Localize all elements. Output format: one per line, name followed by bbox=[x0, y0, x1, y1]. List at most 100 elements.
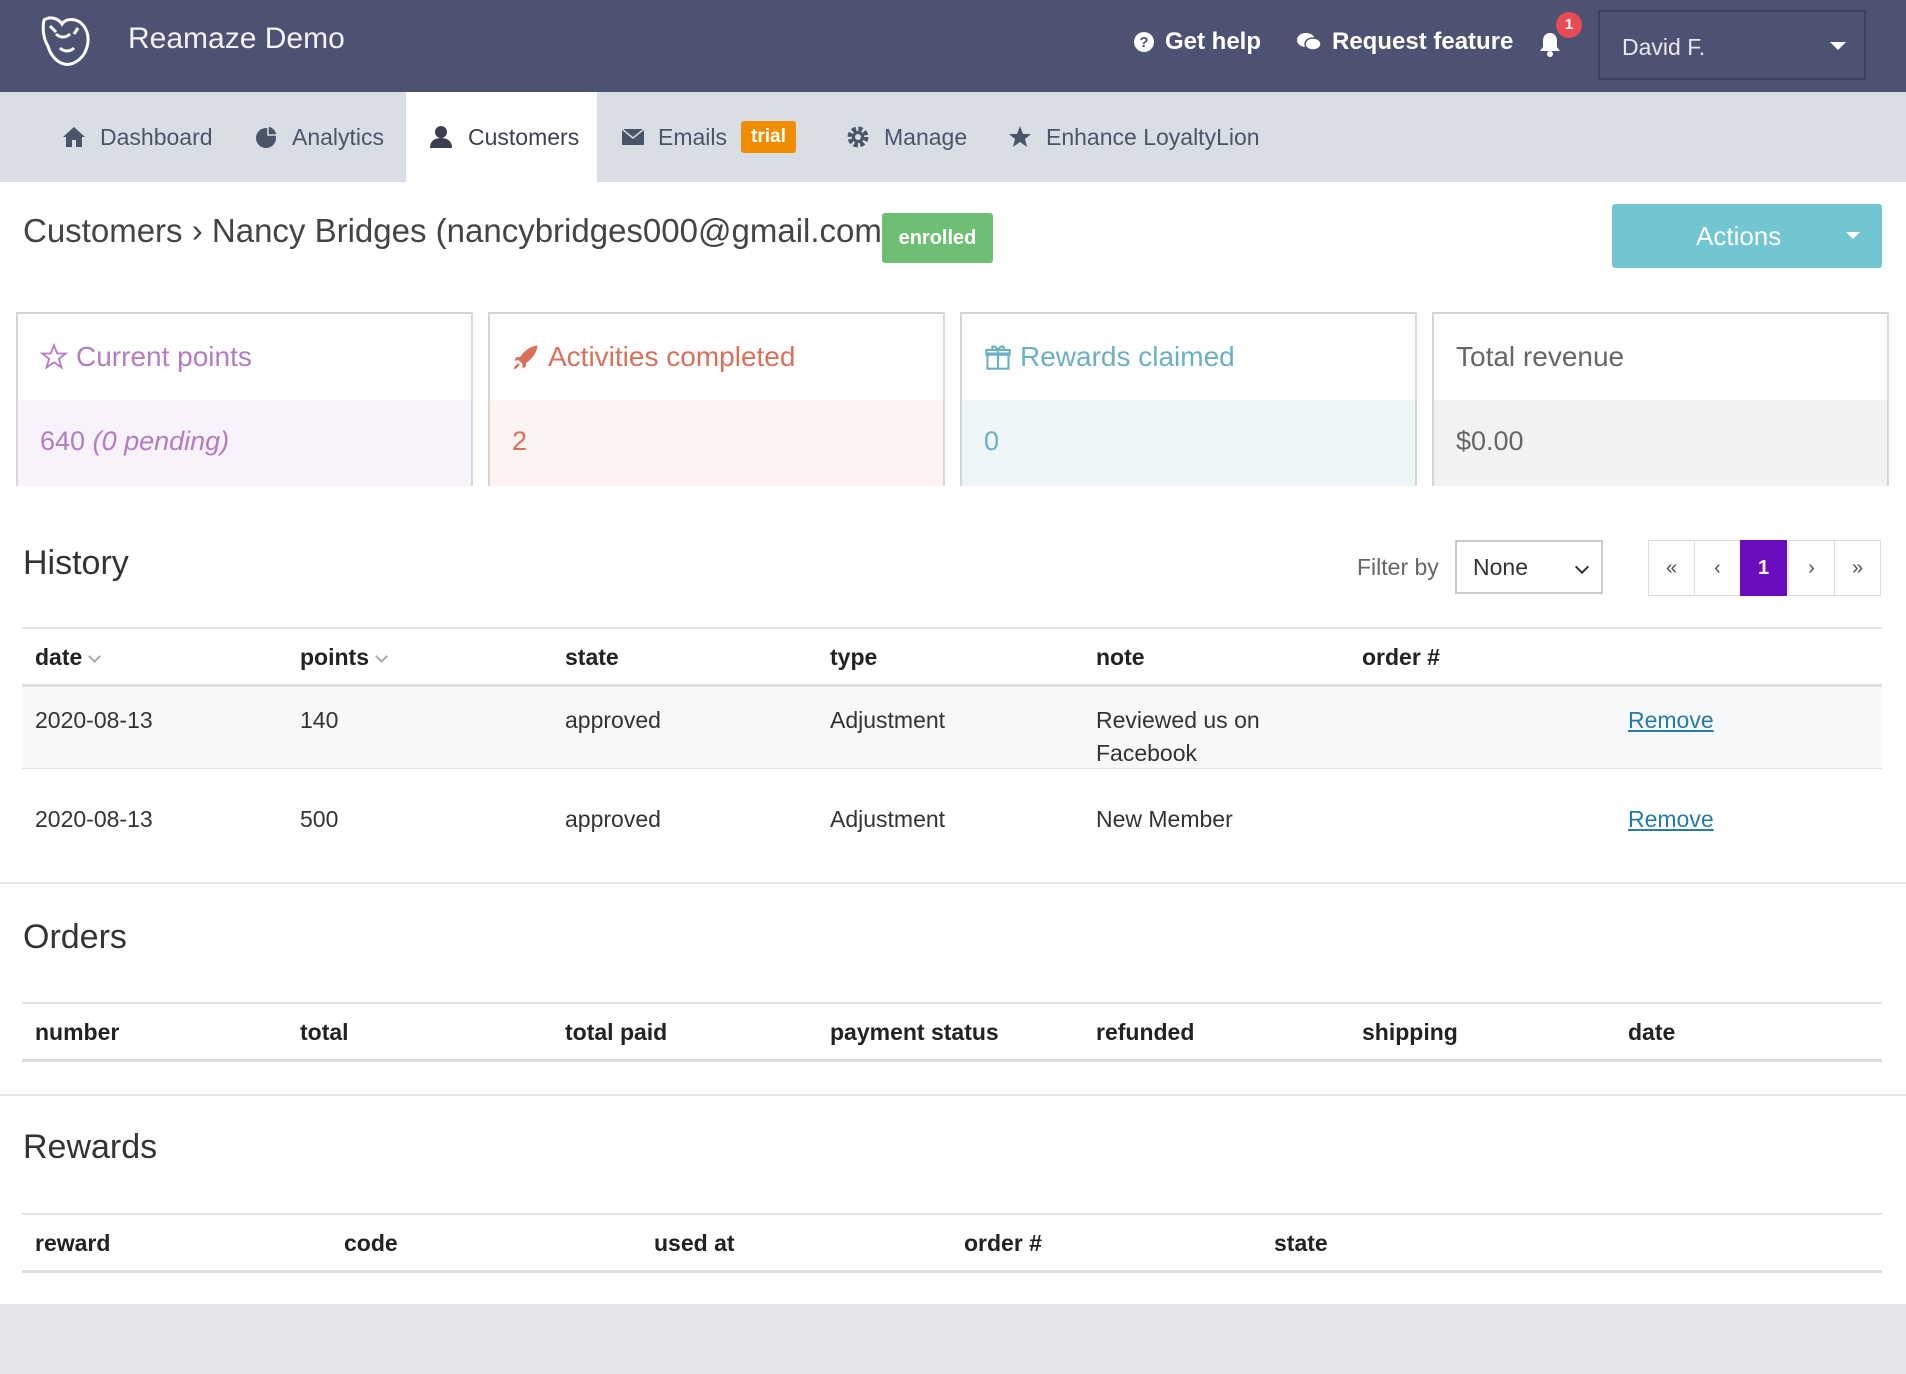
col-number: number bbox=[35, 1019, 119, 1046]
filter-select[interactable]: None bbox=[1455, 540, 1603, 594]
activities-completed-card: Activities completed 2 bbox=[488, 312, 945, 486]
breadcrumb: Customers › Nancy Bridges (nancybridges0… bbox=[23, 212, 893, 250]
nav-label: Manage bbox=[884, 124, 967, 151]
col-state: state bbox=[565, 644, 619, 671]
section-divider bbox=[0, 1094, 1906, 1096]
col-points[interactable]: points bbox=[300, 644, 386, 671]
row-type: Adjustment bbox=[830, 803, 945, 836]
comments-icon bbox=[1296, 31, 1322, 53]
row-state: approved bbox=[565, 803, 661, 836]
next-page-button[interactable]: › bbox=[1788, 540, 1835, 596]
first-page-button[interactable]: « bbox=[1648, 540, 1695, 596]
nav-dashboard[interactable]: Dashboard bbox=[62, 92, 213, 182]
main-nav: Dashboard Analytics Customers Emails tri… bbox=[0, 92, 1906, 182]
card-title: Current points bbox=[76, 341, 252, 373]
star-outline-icon bbox=[40, 343, 68, 371]
col-reward: reward bbox=[35, 1230, 110, 1257]
caret-down-icon bbox=[1830, 42, 1846, 50]
points-value: 640 bbox=[40, 426, 85, 456]
get-help-link[interactable]: ? Get help bbox=[1133, 28, 1261, 56]
rewards-table-header: reward code used at order # state bbox=[22, 1213, 1882, 1273]
nav-label: Emails bbox=[658, 124, 727, 151]
card-header: Current points bbox=[18, 314, 471, 400]
user-icon bbox=[428, 125, 454, 149]
breadcrumb-customers-link[interactable]: Customers bbox=[23, 212, 183, 249]
sort-icon bbox=[88, 650, 101, 663]
col-type: type bbox=[830, 644, 877, 671]
total-revenue-card: Total revenue $0.00 bbox=[1432, 312, 1889, 486]
filter-label: Filter by bbox=[1357, 554, 1439, 581]
col-code: code bbox=[344, 1230, 398, 1257]
nav-label: Enhance LoyaltyLion bbox=[1046, 124, 1260, 151]
card-value: $0.00 bbox=[1434, 400, 1887, 486]
top-bar: Reamaze Demo ? Get help Request feature … bbox=[0, 0, 1906, 92]
actions-button[interactable]: Actions bbox=[1612, 204, 1882, 268]
status-badge: enrolled bbox=[882, 213, 993, 263]
card-title: Total revenue bbox=[1456, 341, 1624, 373]
remove-link[interactable]: Remove bbox=[1628, 803, 1714, 836]
notification-badge: 1 bbox=[1556, 12, 1582, 38]
card-title: Rewards claimed bbox=[1020, 341, 1235, 373]
customer-name: Nancy Bridges (nancybridges000@gmail.com… bbox=[212, 212, 893, 249]
lion-logo-icon[interactable] bbox=[36, 10, 100, 74]
card-value: 640 (0 pending) bbox=[18, 400, 471, 486]
nav-manage[interactable]: Manage bbox=[846, 92, 967, 182]
pending-note: (0 pending) bbox=[93, 426, 230, 456]
sort-icon bbox=[375, 650, 388, 663]
gear-icon bbox=[846, 125, 870, 149]
page-1-button[interactable]: 1 bbox=[1740, 540, 1787, 596]
row-note: Reviewed us on Facebook bbox=[1096, 704, 1260, 770]
card-value: 0 bbox=[962, 400, 1415, 486]
row-points: 500 bbox=[300, 803, 338, 836]
filter-value: None bbox=[1473, 554, 1528, 580]
row-divider bbox=[22, 768, 1882, 769]
nav-label: Customers bbox=[468, 124, 579, 151]
nav-label: Analytics bbox=[292, 124, 384, 151]
row-state: approved bbox=[565, 704, 661, 737]
col-total-paid: total paid bbox=[565, 1019, 667, 1046]
request-feature-link[interactable]: Request feature bbox=[1296, 28, 1513, 56]
nav-emails[interactable]: Emails trial bbox=[622, 92, 796, 182]
col-total: total bbox=[300, 1019, 349, 1046]
col-shipping: shipping bbox=[1362, 1019, 1458, 1046]
actions-label: Actions bbox=[1696, 221, 1781, 252]
star-icon bbox=[1008, 125, 1032, 149]
last-page-button[interactable]: » bbox=[1834, 540, 1881, 596]
get-help-label: Get help bbox=[1165, 28, 1261, 56]
orders-table-header: number total total paid payment status r… bbox=[22, 1002, 1882, 1062]
col-date[interactable]: date bbox=[35, 644, 99, 671]
col-order: order # bbox=[1362, 644, 1440, 671]
col-refunded: refunded bbox=[1096, 1019, 1194, 1046]
nav-customers[interactable]: Customers bbox=[406, 92, 597, 182]
nav-enhance-loyaltylion[interactable]: Enhance LoyaltyLion bbox=[1008, 92, 1260, 182]
row-date: 2020-08-13 bbox=[35, 803, 153, 836]
card-value: 2 bbox=[490, 400, 943, 486]
user-name: David F. bbox=[1622, 34, 1705, 60]
user-dropdown[interactable]: David F. bbox=[1598, 10, 1866, 80]
rocket-icon bbox=[512, 343, 540, 371]
question-circle-icon: ? bbox=[1133, 31, 1155, 53]
col-date: date bbox=[1628, 1019, 1675, 1046]
section-divider bbox=[0, 882, 1906, 884]
chevron-down-icon bbox=[1575, 560, 1589, 574]
home-icon bbox=[62, 126, 86, 148]
card-header: Total revenue bbox=[1434, 314, 1887, 400]
brand-name: Reamaze Demo bbox=[128, 22, 345, 56]
card-title: Activities completed bbox=[548, 341, 795, 373]
history-table-header: date points state type note order # bbox=[22, 627, 1882, 687]
current-points-card: Current points 640 (0 pending) bbox=[16, 312, 473, 486]
remove-link[interactable]: Remove bbox=[1628, 704, 1714, 737]
orders-title: Orders bbox=[23, 918, 127, 957]
col-used-at: used at bbox=[654, 1230, 735, 1257]
row-date: 2020-08-13 bbox=[35, 704, 153, 737]
col-state: state bbox=[1274, 1230, 1328, 1257]
svg-text:?: ? bbox=[1139, 34, 1148, 51]
col-order: order # bbox=[964, 1230, 1042, 1257]
main-content: Customers › Nancy Bridges (nancybridges0… bbox=[0, 182, 1906, 1304]
prev-page-button[interactable]: ‹ bbox=[1694, 540, 1741, 596]
card-header: Activities completed bbox=[490, 314, 943, 400]
envelope-icon bbox=[622, 129, 644, 145]
trial-badge: trial bbox=[741, 121, 796, 153]
nav-analytics[interactable]: Analytics bbox=[254, 92, 384, 182]
row-note: New Member bbox=[1096, 803, 1233, 836]
